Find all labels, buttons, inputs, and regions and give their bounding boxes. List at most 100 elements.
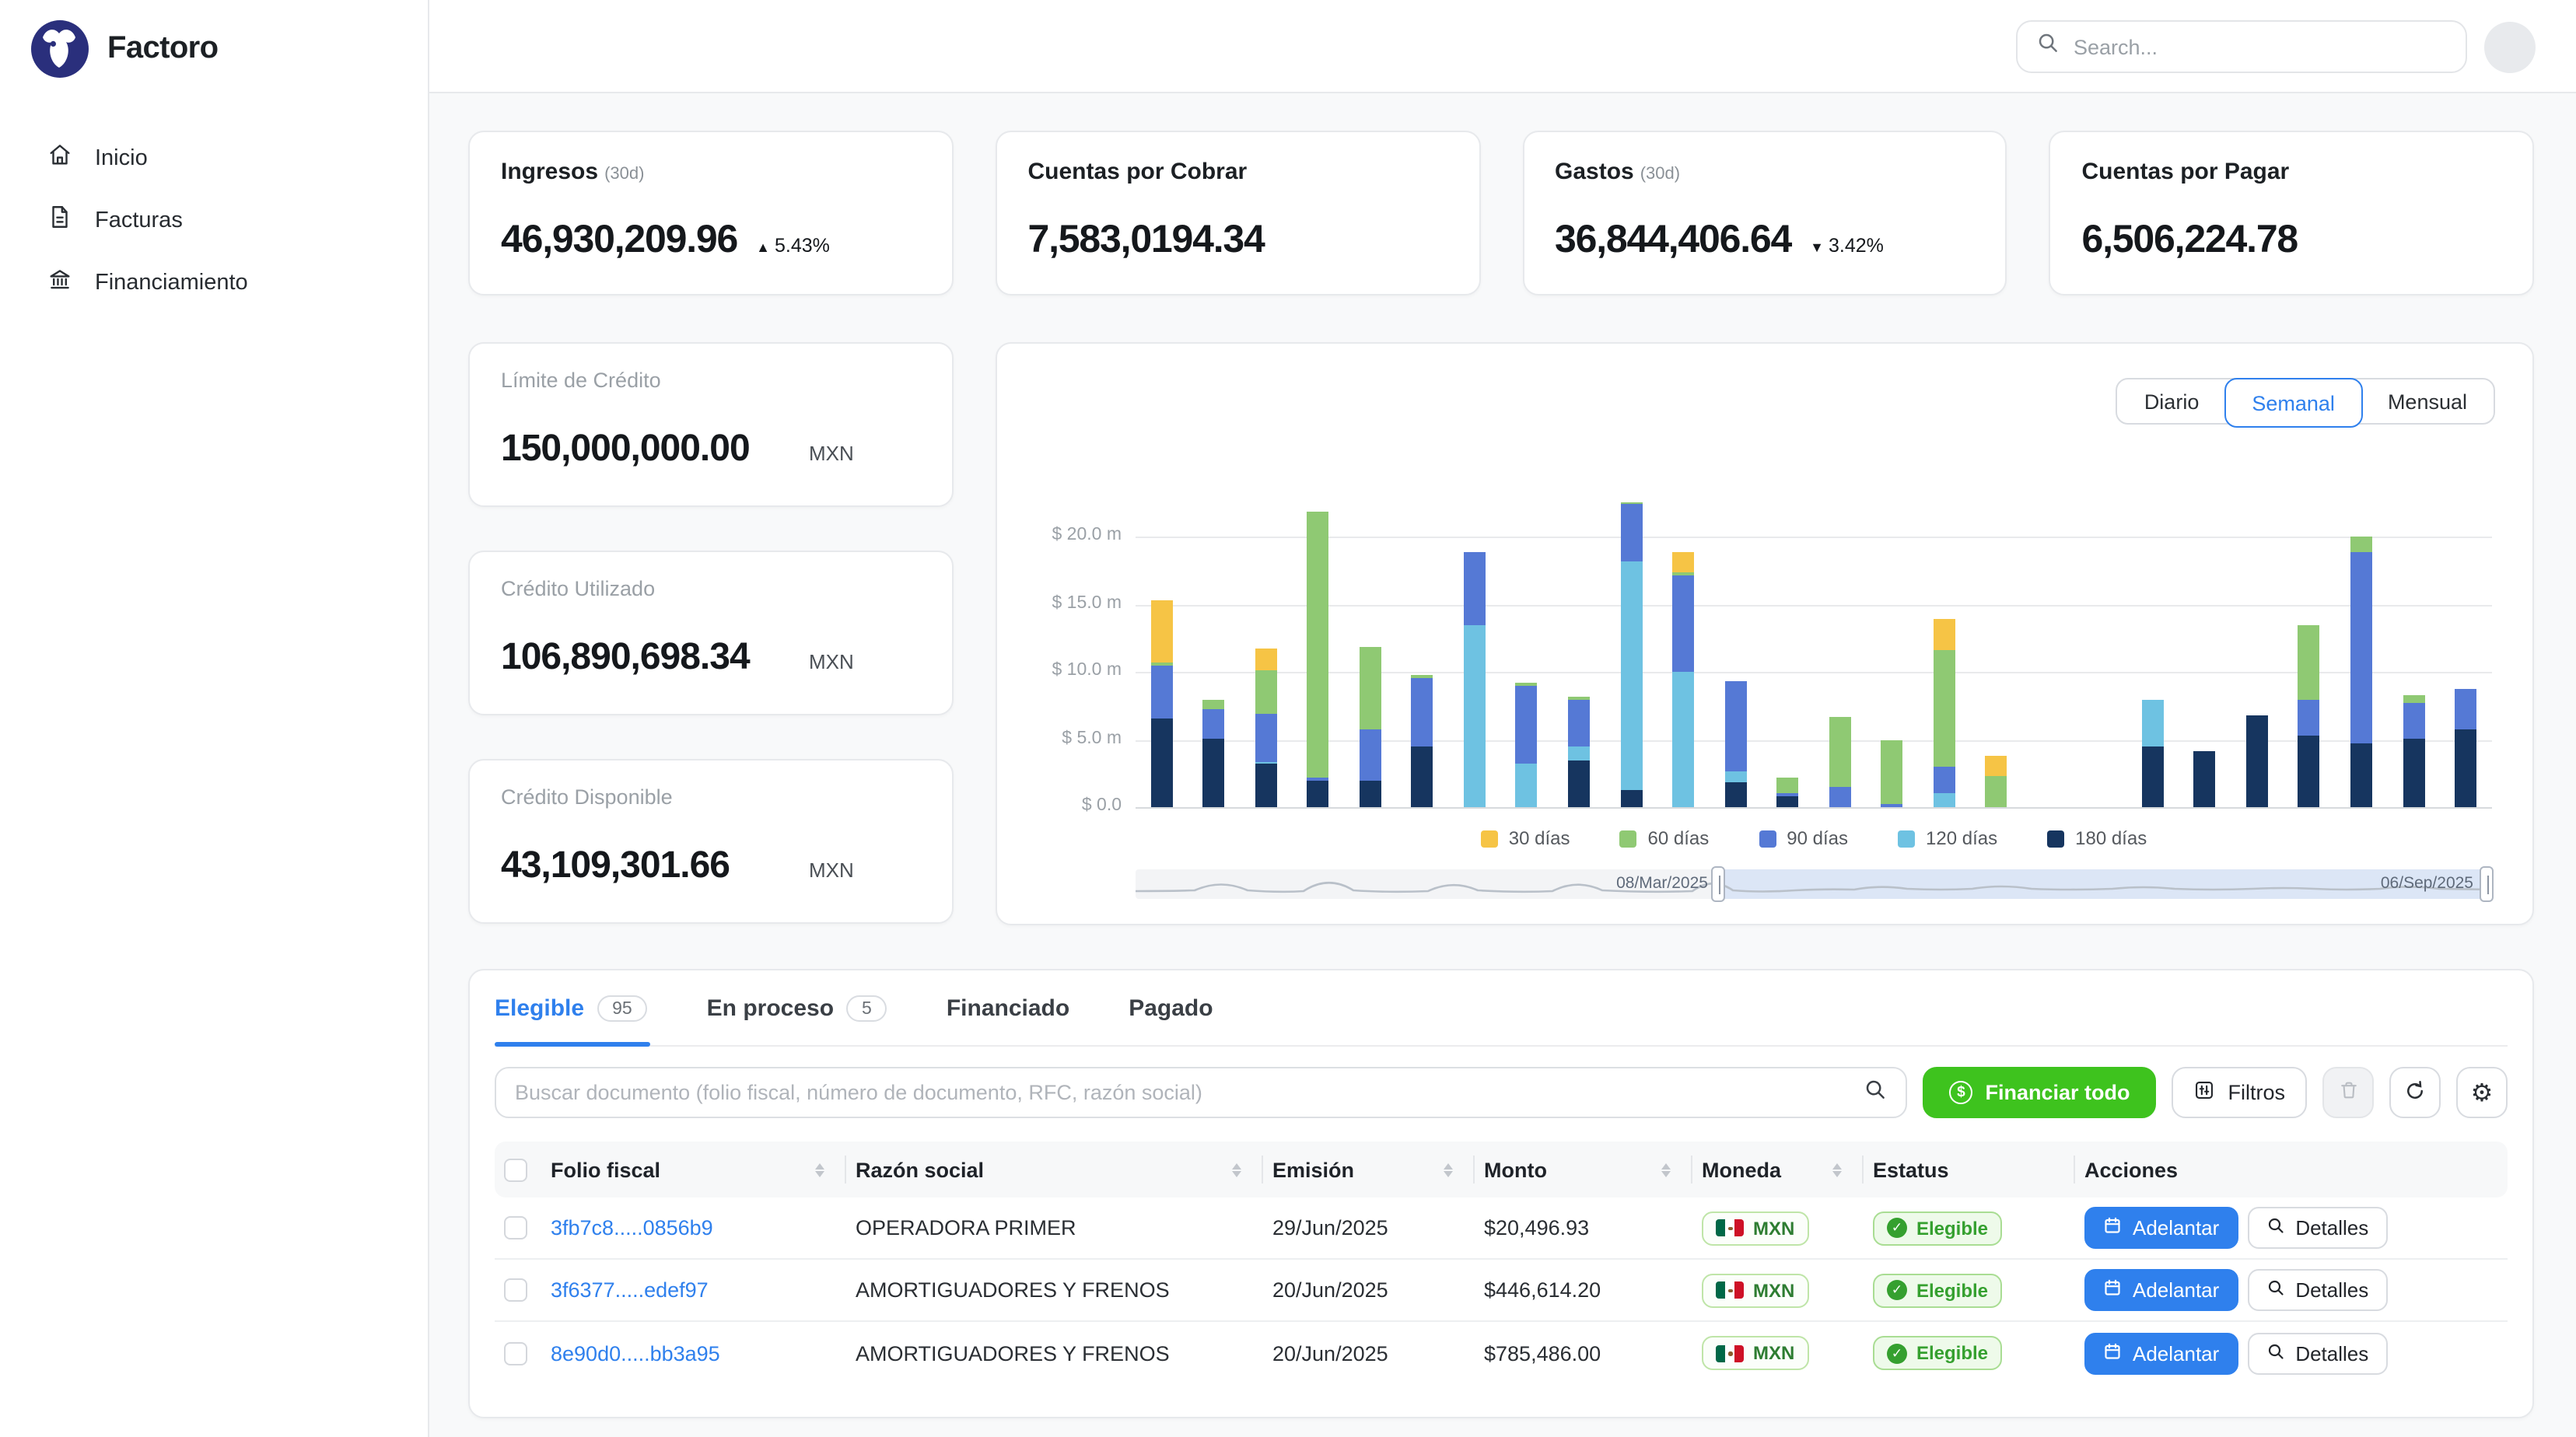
stacked-bar[interactable] <box>1412 675 1433 807</box>
legend-label: 120 días <box>1926 827 1997 849</box>
legend-item[interactable]: 90 días <box>1759 827 1848 849</box>
stacked-bar[interactable] <box>1829 717 1850 807</box>
stacked-bar[interactable] <box>1568 697 1590 807</box>
stacked-bar[interactable] <box>2194 751 2216 807</box>
bar-segment-120-días <box>1724 771 1746 782</box>
stacked-bar[interactable] <box>1360 647 1381 807</box>
period-mensual-button[interactable]: Mensual <box>2361 379 2494 423</box>
bar-segment-60-días <box>1881 740 1902 804</box>
bar-segment-180-días <box>2298 736 2320 807</box>
sort-icon[interactable] <box>1661 1163 1671 1177</box>
stacked-bar[interactable] <box>2350 537 2372 807</box>
column-header-monto[interactable]: Monto <box>1475 1142 1692 1198</box>
stacked-bar[interactable] <box>2403 695 2424 807</box>
settings-button[interactable]: ⚙ <box>2456 1067 2508 1118</box>
tab-elegible[interactable]: Elegible95 <box>495 995 648 1047</box>
issue-date: 29/Jun/2025 <box>1263 1216 1475 1239</box>
company-name: OPERADORA PRIMER <box>846 1216 1263 1239</box>
legend-item[interactable]: 120 días <box>1898 827 1997 849</box>
sort-icon[interactable] <box>1232 1163 1241 1177</box>
finance-all-button[interactable]: $ Financiar todo <box>1923 1067 2156 1118</box>
range-navigator[interactable]: 08/Mar/2025 06/Sep/2025 <box>1136 869 2492 899</box>
kpi-label: Gastos <box>1555 159 1634 185</box>
filters-button[interactable]: Filtros <box>2172 1067 2308 1118</box>
navigator-left-handle[interactable] <box>1711 866 1725 902</box>
column-header-folio[interactable]: Folio fiscal <box>541 1142 846 1198</box>
amount: $785,486.00 <box>1475 1341 1692 1365</box>
mexico-flag-icon <box>1716 1281 1744 1299</box>
period-semanal-button[interactable]: Semanal <box>2224 378 2363 428</box>
stacked-bar[interactable] <box>2455 689 2476 807</box>
stacked-bar[interactable] <box>1151 600 1173 807</box>
folio-link[interactable]: 3f6377.....edef97 <box>551 1278 709 1302</box>
folio-link[interactable]: 3fb7c8.....0856b9 <box>551 1216 713 1239</box>
advance-button[interactable]: Adelantar <box>2084 1207 2238 1249</box>
sort-icon[interactable] <box>815 1163 824 1177</box>
sort-icon[interactable] <box>1444 1163 1453 1177</box>
document-search-input[interactable] <box>515 1081 1864 1104</box>
kpi-value: 6,506,224.78 <box>2082 218 2298 263</box>
sidebar-item-facturas[interactable]: Facturas <box>0 190 428 252</box>
bar-slot <box>2179 496 2231 807</box>
delete-button[interactable] <box>2322 1067 2374 1118</box>
stacked-bar[interactable] <box>2246 715 2268 807</box>
details-button[interactable]: Detalles <box>2247 1332 2387 1374</box>
company-name: AMORTIGUADORES Y FRENOS <box>846 1341 1263 1365</box>
calendar-icon <box>2103 1216 2122 1239</box>
sidebar-item-financiamiento[interactable]: Financiamiento <box>0 252 428 314</box>
global-search-input[interactable] <box>2074 35 2447 58</box>
bar-segment-90-días <box>1255 714 1277 762</box>
tab-en-proceso[interactable]: En proceso5 <box>707 995 887 1047</box>
stacked-bar[interactable] <box>1672 552 1694 807</box>
column-header-moneda[interactable]: Moneda <box>1692 1142 1864 1198</box>
row-checkbox[interactable] <box>504 1216 527 1239</box>
currency-badge: MXN <box>1702 1336 1808 1370</box>
folio-link[interactable]: 8e90d0.....bb3a95 <box>551 1341 720 1365</box>
stacked-bar[interactable] <box>1881 740 1902 807</box>
stacked-bar[interactable] <box>1620 502 1642 807</box>
stacked-bar[interactable] <box>1516 683 1538 807</box>
refresh-button[interactable] <box>2389 1067 2441 1118</box>
bar-segment-90-días <box>1829 787 1850 807</box>
sidebar-item-inicio[interactable]: Inicio <box>0 128 428 190</box>
calendar-icon <box>2103 1278 2122 1302</box>
period-diario-button[interactable]: Diario <box>2118 379 2226 423</box>
stacked-bar[interactable] <box>2298 625 2320 807</box>
bar-segment-180-días <box>2142 746 2164 807</box>
user-avatar[interactable] <box>2484 22 2536 73</box>
stacked-bar[interactable] <box>2142 700 2164 807</box>
legend-item[interactable]: 60 días <box>1620 827 1710 849</box>
stacked-bar[interactable] <box>1776 778 1798 807</box>
row-checkbox[interactable] <box>504 1278 527 1302</box>
trash-icon <box>2337 1079 2359 1106</box>
legend-item[interactable]: 180 días <box>2047 827 2147 849</box>
row-checkbox[interactable] <box>504 1341 527 1365</box>
document-search[interactable] <box>495 1067 1907 1118</box>
stacked-bar[interactable] <box>1307 512 1329 807</box>
sort-icon[interactable] <box>1832 1163 1842 1177</box>
advance-button[interactable]: Adelantar <box>2084 1332 2238 1374</box>
column-header-emision[interactable]: Emisión <box>1263 1142 1475 1198</box>
tab-financiado[interactable]: Financiado <box>947 995 1069 1047</box>
legend-item[interactable]: 30 días <box>1481 827 1570 849</box>
select-all-checkbox[interactable] <box>504 1158 527 1181</box>
stacked-bar[interactable] <box>1724 681 1746 807</box>
stacked-bar[interactable] <box>1933 619 1955 807</box>
file-icon <box>47 204 73 238</box>
stacked-bar[interactable] <box>1464 552 1486 807</box>
advance-button[interactable]: Adelantar <box>2084 1269 2238 1311</box>
stacked-bar[interactable] <box>1203 700 1225 807</box>
tab-pagado[interactable]: Pagado <box>1129 995 1213 1047</box>
factoro-bull-logo-icon <box>31 20 89 78</box>
invoices-card: Elegible95 En proceso5 Financiado Pagado <box>468 969 2534 1418</box>
details-button[interactable]: Detalles <box>2247 1269 2387 1311</box>
column-header-razon[interactable]: Razón social <box>846 1142 1263 1198</box>
details-button[interactable]: Detalles <box>2247 1207 2387 1249</box>
global-search[interactable] <box>2016 20 2467 73</box>
sidebar-nav: Inicio Facturas Financiamiento <box>0 128 428 314</box>
navigator-right-handle[interactable] <box>2480 866 2494 902</box>
stacked-bar[interactable] <box>1986 756 2007 807</box>
bar-segment-180-días <box>1255 764 1277 807</box>
bar-slot <box>1292 496 1344 807</box>
stacked-bar[interactable] <box>1255 649 1277 807</box>
